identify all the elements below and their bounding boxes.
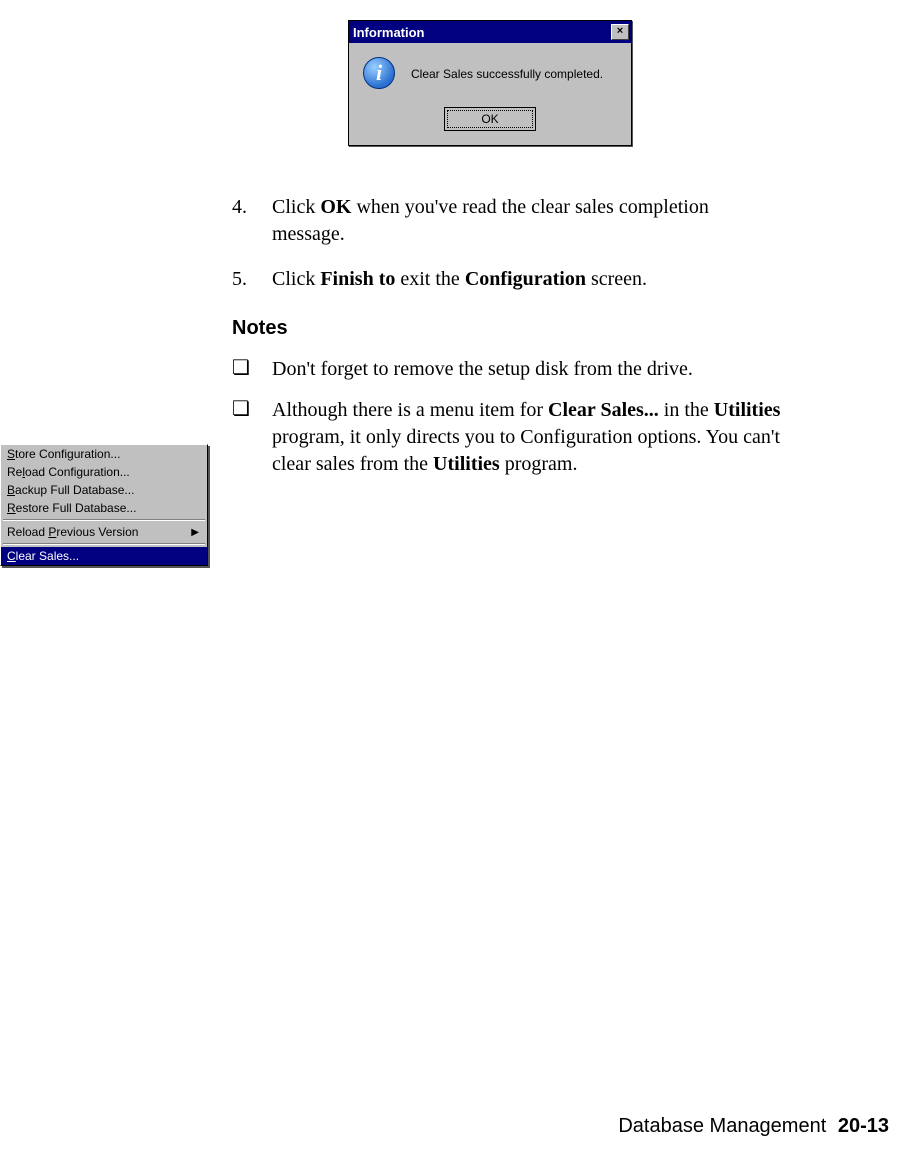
page-footer: Database Management 20-13 — [618, 1115, 889, 1138]
note-text: Although there is a menu item for Clear … — [272, 397, 786, 478]
dialog-message: Clear Sales successfully completed. — [411, 67, 603, 81]
note-bullet: ❏ — [232, 356, 258, 383]
step-number: 4. — [232, 194, 258, 248]
menu-item-store-configuration[interactable]: Store Configuration... — [1, 445, 207, 463]
note-1: ❏ Don't forget to remove the setup disk … — [232, 356, 786, 383]
info-glyph: i — [363, 57, 395, 89]
note-text: Don't forget to remove the setup disk fr… — [272, 356, 786, 383]
close-button[interactable]: × — [611, 24, 629, 40]
note-bullet: ❏ — [232, 397, 258, 478]
info-icon: i — [363, 57, 397, 91]
dialog-title: Information — [353, 25, 611, 40]
menu-item-clear-sales[interactable]: Clear Sales... — [1, 547, 207, 565]
menu-item-restore-full-database[interactable]: Restore Full Database... — [1, 499, 207, 517]
menu-item-backup-full-database[interactable]: Backup Full Database... — [1, 481, 207, 499]
menu-item-reload-configuration[interactable]: Reload Configuration... — [1, 463, 207, 481]
dialog-message-row: i Clear Sales successfully completed. — [359, 57, 621, 91]
body-copy: 4. Click OK when you've read the clear s… — [232, 194, 786, 492]
information-dialog: Information × i Clear Sales successfully… — [348, 20, 632, 146]
note-2: ❏ Although there is a menu item for Clea… — [232, 397, 786, 478]
footer-page: 20-13 — [838, 1115, 889, 1137]
menu-separator — [3, 519, 205, 521]
step-text: Click Finish to exit the Configuration s… — [272, 266, 786, 293]
dialog-titlebar: Information × — [349, 21, 631, 43]
context-menu: Store Configuration... Reload Configurat… — [0, 444, 208, 566]
menu-item-reload-previous-version[interactable]: Reload Previous Version ▶ — [1, 523, 207, 541]
step-4: 4. Click OK when you've read the clear s… — [232, 194, 786, 248]
step-5: 5. Click Finish to exit the Configuratio… — [232, 266, 786, 293]
notes-heading: Notes — [232, 315, 786, 342]
dialog-body: i Clear Sales successfully completed. OK — [349, 43, 631, 145]
footer-chapter: Database Management — [618, 1115, 826, 1137]
menu-separator — [3, 543, 205, 545]
submenu-arrow-icon: ▶ — [191, 527, 199, 538]
step-text: Click OK when you've read the clear sale… — [272, 194, 786, 248]
ok-button[interactable]: OK — [444, 107, 536, 131]
step-number: 5. — [232, 266, 258, 293]
